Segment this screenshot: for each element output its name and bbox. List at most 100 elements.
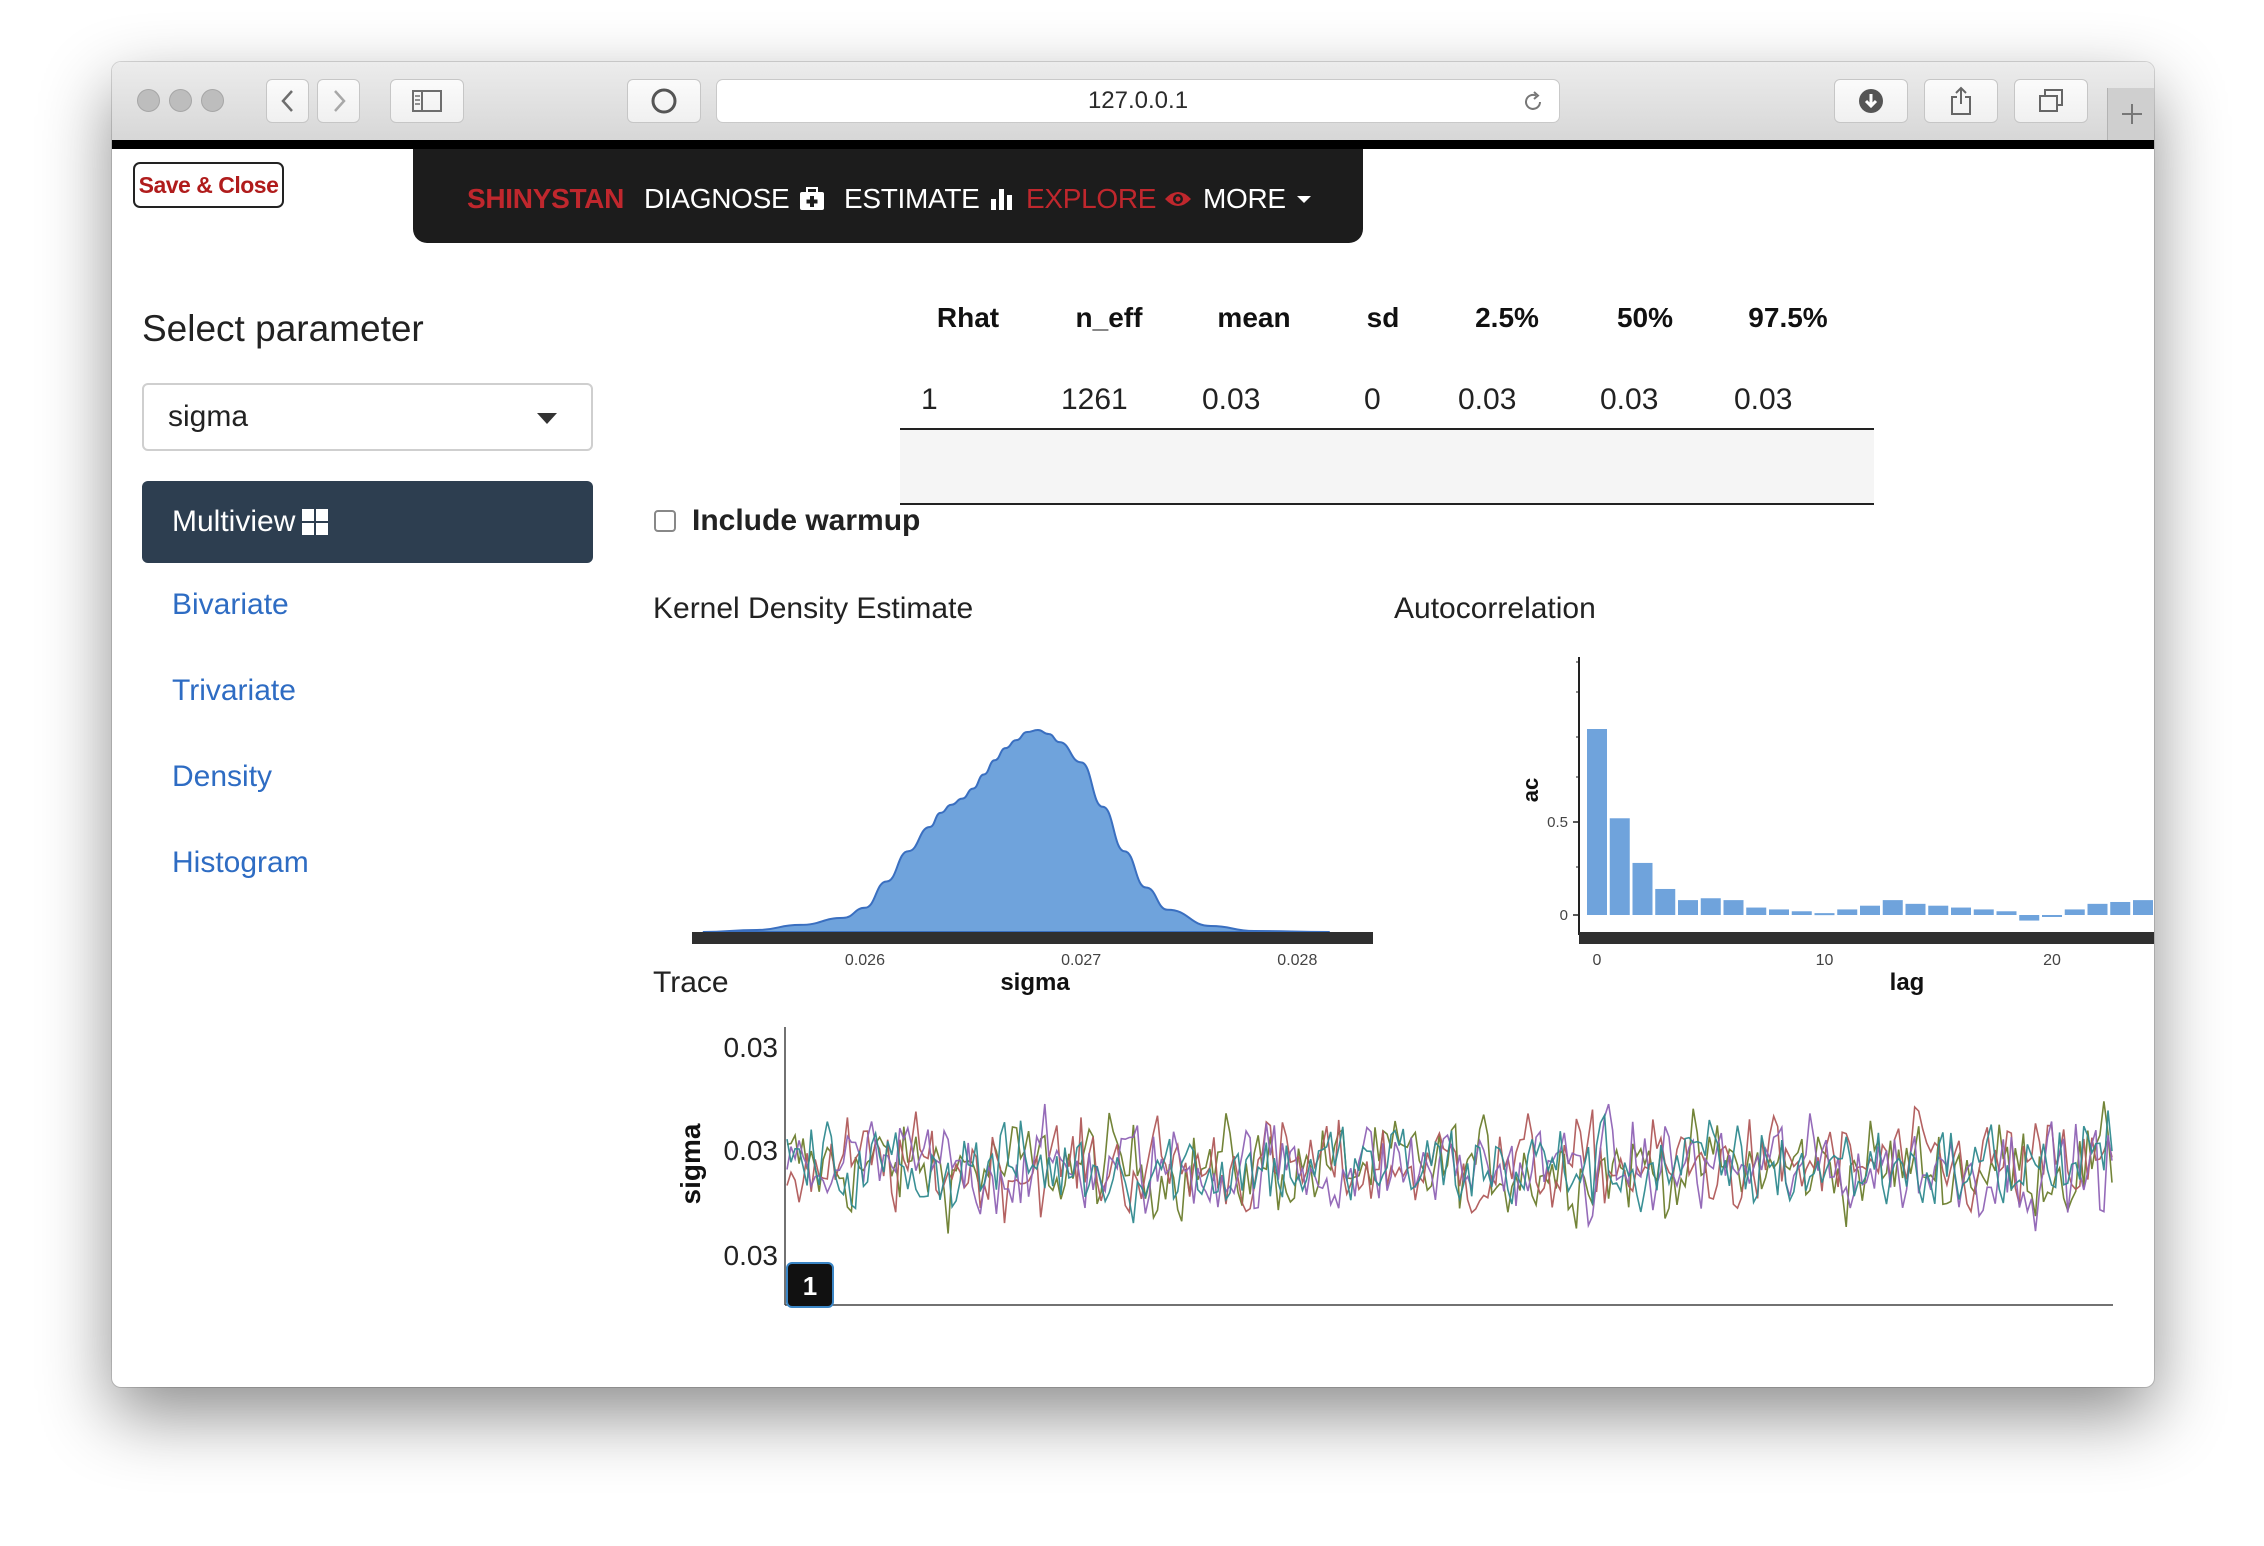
nav-estimate[interactable]: ESTIMATE [844, 183, 1014, 215]
reload-icon[interactable] [1521, 90, 1545, 114]
caret-down-icon [1296, 196, 1311, 203]
header-rhat: Rhat [936, 302, 1000, 333]
acf-bar [1632, 862, 1653, 915]
brand-label: SHINYSTAN [467, 183, 625, 214]
acf-bar [1996, 911, 2017, 915]
trace-ylabel: sigma [675, 1123, 706, 1204]
trace-ytick-2: 0.03 [724, 1135, 779, 1166]
kde-xtick: 0.026 [845, 952, 885, 969]
acf-bar [1587, 729, 1607, 915]
tab-trivariate[interactable]: Trivariate [172, 674, 296, 708]
nav-diagnose-label: DIAGNOSE [644, 183, 790, 214]
tabs-overview-button[interactable] [2014, 79, 2088, 123]
table-row [900, 430, 1874, 503]
trace-ytick-1: 0.03 [724, 1032, 779, 1063]
table-bottom-border [900, 503, 1874, 505]
parameter-select-value: sigma [168, 400, 249, 433]
download-icon [1859, 89, 1883, 113]
acf-bar [2133, 900, 2153, 915]
kde-area [702, 728, 1330, 933]
acf-ytick: 0 [1560, 907, 1568, 924]
share-button[interactable] [1924, 79, 1998, 123]
header-n-eff: n_eff [1075, 302, 1143, 333]
save-close-button[interactable]: Save & Close [133, 162, 284, 208]
address-bar[interactable]: 127.0.0.1 [716, 79, 1560, 123]
forward-button[interactable] [317, 79, 360, 123]
kde-xtick: 0.028 [1277, 952, 1317, 969]
url-text: 127.0.0.1 [1087, 87, 1189, 114]
tab-density[interactable]: Density [172, 760, 272, 794]
shield-icon [651, 88, 677, 114]
acf-bar [1746, 907, 1767, 915]
cell-n-eff: 1261 [1061, 383, 1128, 416]
close-window-button[interactable] [137, 89, 160, 112]
tab-bivariate[interactable]: Bivariate [172, 588, 289, 622]
kde-x-axis [692, 932, 1373, 944]
acf-bar [2110, 901, 2131, 915]
tab-multiview-label: Multiview [172, 505, 296, 538]
acf-bar [1837, 909, 1858, 915]
tab-histogram[interactable]: Histogram [172, 846, 309, 880]
zoom-window-button[interactable] [201, 89, 224, 112]
kde-chart: 0.026 0.027 0.028 sigma [692, 728, 1373, 996]
minimize-window-button[interactable] [169, 89, 192, 112]
header-q97-5: 97.5% [1748, 302, 1828, 333]
acf-ylabel: ac [1518, 778, 1543, 802]
nav-more-label: MORE [1203, 183, 1286, 214]
new-tab-button[interactable] [2107, 88, 2154, 140]
header-q2-5: 2.5% [1475, 302, 1539, 333]
acf-xtick: 10 [1816, 952, 1834, 969]
sidebar-toggle-button[interactable] [390, 79, 464, 123]
acf-bar [2019, 915, 2040, 921]
trace-ytick-3: 0.03 [724, 1240, 779, 1271]
sidebar-icon [412, 90, 442, 112]
acf-bar [1700, 898, 1721, 915]
trace-chain-line [786, 1105, 2113, 1224]
acf-chart: 0 0.5 0 10 20 ac lag [1518, 657, 2154, 996]
back-button[interactable] [266, 79, 309, 123]
acf-bar [1814, 913, 1835, 916]
browser-toolbar: 127.0.0.1 [112, 62, 2154, 141]
chevron-down-icon [537, 413, 557, 424]
acf-bar [1769, 909, 1789, 915]
medkit-icon [800, 187, 825, 210]
acf-ytick: 0.5 [1547, 814, 1568, 831]
tab-multiview[interactable]: Multiview [142, 481, 593, 563]
acf-bar [2042, 915, 2062, 917]
back-icon [280, 90, 293, 112]
acf-bar [1882, 900, 1903, 915]
header-mean: mean [1217, 302, 1291, 333]
acf-bar [2064, 909, 2085, 915]
nav-explore[interactable]: EXPLORE [1026, 183, 1192, 215]
include-warmup-toggle[interactable]: Include warmup [654, 504, 920, 538]
include-warmup-checkbox[interactable] [654, 510, 676, 532]
acf-bar [2087, 903, 2108, 915]
new-tab-icon [2121, 104, 2142, 124]
cell-q97-5: 0.03 [1734, 383, 1793, 416]
acf-bar [1951, 907, 1971, 915]
eye-icon [1165, 192, 1192, 206]
cell-mean: 0.03 [1202, 383, 1261, 416]
parameter-select[interactable]: sigma [142, 383, 593, 451]
grid-icon [302, 509, 329, 535]
header-q50: 50% [1616, 302, 1674, 333]
top-border [112, 140, 2154, 149]
nav-more[interactable]: MORE [1203, 183, 1312, 215]
acf-xtick: 0 [1593, 952, 1602, 969]
acf-xtick: 20 [2043, 952, 2061, 969]
trace-chart: sigma 0.03 0.03 0.03 1 [675, 1027, 2113, 1308]
kde-xlabel: sigma [1000, 969, 1070, 996]
downloads-button[interactable] [1834, 79, 1908, 123]
include-warmup-label: Include warmup [692, 504, 921, 537]
cell-q2-5: 0.03 [1458, 383, 1517, 416]
kde-title: Kernel Density Estimate [653, 592, 974, 625]
header-sd: sd [1366, 302, 1400, 333]
acf-bar [1973, 909, 1994, 915]
nav-diagnose[interactable]: DIAGNOSE [644, 183, 825, 215]
brand-shinystan[interactable]: SHINYSTAN [467, 183, 624, 215]
acf-bar [1791, 911, 1812, 915]
acf-title: Autocorrelation [1394, 592, 1596, 625]
cell-rhat: 1 [921, 383, 938, 416]
privacy-button[interactable] [627, 79, 701, 123]
tabs-icon [2039, 89, 2063, 112]
